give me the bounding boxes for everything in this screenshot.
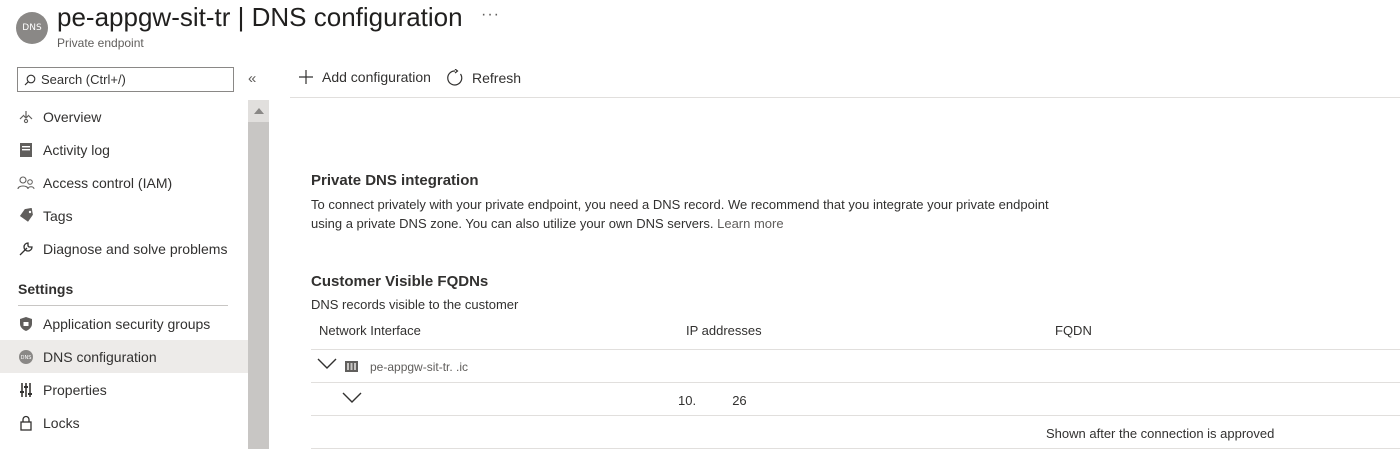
page-title: pe-appgw-sit-tr | DNS configuration <box>57 2 463 33</box>
ip-address: 10. 26 <box>678 393 747 408</box>
add-configuration-label: Add configuration <box>322 69 431 85</box>
fqdn-table-header: Network Interface IP addresses FQDN <box>311 318 1400 350</box>
network-interface-icon <box>345 361 358 372</box>
search-placeholder: Search (Ctrl+/) <box>41 72 126 87</box>
sidebar-item-label: Application security groups <box>43 315 211 332</box>
more-options-icon[interactable]: ··· <box>481 6 500 24</box>
sidebar-item-label: Properties <box>43 381 107 398</box>
sidebar-item-access-control[interactable]: Access control (IAM) <box>0 166 248 199</box>
fqdns-description: DNS records visible to the customer <box>311 297 519 312</box>
svg-text:DNS: DNS <box>21 355 32 361</box>
lock-icon <box>17 414 35 432</box>
overview-icon <box>17 108 35 126</box>
page-header: DNS pe-appgw-sit-tr | DNS configuration … <box>0 0 1400 60</box>
search-icon <box>24 74 36 85</box>
expand-chevron-icon[interactable] <box>317 358 337 370</box>
sidebar-item-label: DNS configuration <box>43 348 157 365</box>
private-dns-integration-description: To connect privately with your private e… <box>311 195 1051 233</box>
sidebar-item-diagnose[interactable]: Diagnose and solve problems <box>0 232 248 265</box>
sidebar-item-properties[interactable]: Properties <box>0 373 248 406</box>
properties-icon <box>17 381 35 399</box>
settings-section-header: Settings <box>18 281 74 297</box>
sidebar-scrollbar[interactable] <box>248 100 269 449</box>
private-dns-integration-heading: Private DNS integration <box>311 172 479 189</box>
column-fqdn: FQDN <box>1055 323 1092 338</box>
sidebar: Search (Ctrl+/) « Overview Activity log … <box>0 60 270 449</box>
table-row: Shown after the connection is approved <box>311 416 1400 449</box>
sidebar-item-tags[interactable]: Tags <box>0 199 248 232</box>
resource-icon-text: DNS <box>22 23 42 33</box>
sidebar-item-label: Locks <box>43 414 80 431</box>
refresh-label: Refresh <box>472 70 522 86</box>
sidebar-item-app-security-groups[interactable]: Application security groups <box>0 307 248 340</box>
sidebar-item-dns-configuration[interactable]: DNS DNS configuration <box>0 340 248 373</box>
expand-chevron-icon[interactable] <box>342 392 362 404</box>
refresh-button[interactable]: Refresh <box>446 69 521 87</box>
customer-visible-fqdns-heading: Customer Visible FQDNs <box>311 273 489 290</box>
learn-more-link[interactable]: Learn more <box>717 216 783 231</box>
title-separator: | <box>230 2 252 32</box>
sidebar-item-label: Tags <box>43 207 73 224</box>
sidebar-item-label: Access control (IAM) <box>43 174 173 191</box>
main-content: Private DNS integration To connect priva… <box>311 98 1400 449</box>
search-input[interactable]: Search (Ctrl+/) <box>17 67 234 92</box>
wrench-icon <box>17 240 35 258</box>
tag-icon <box>17 207 35 225</box>
fqdn-pending-note: Shown after the connection is approved <box>1046 426 1275 441</box>
resource-name: pe-appgw-sit-tr <box>57 2 231 32</box>
add-configuration-button[interactable]: Add configuration <box>298 69 431 85</box>
column-network-interface: Network Interface <box>319 323 421 338</box>
resource-type: Private endpoint <box>57 36 144 50</box>
table-row: 10. 26 <box>311 383 1400 416</box>
sidebar-item-overview[interactable]: Overview <box>0 100 248 133</box>
activity-log-icon <box>17 141 35 159</box>
table-row: pe-appgw-sit-tr. .ic <box>311 350 1400 383</box>
access-control-icon <box>17 174 35 192</box>
sidebar-item-label: Activity log <box>43 141 110 158</box>
integration-text: To connect privately with your private e… <box>311 197 1049 231</box>
command-bar: Add configuration Refresh <box>290 60 1400 98</box>
settings-divider <box>18 305 228 306</box>
refresh-icon <box>446 69 464 87</box>
dns-resource-icon: DNS <box>16 12 48 44</box>
page-name: DNS configuration <box>251 2 463 32</box>
sidebar-item-locks[interactable]: Locks <box>0 406 248 439</box>
network-interface-name[interactable]: pe-appgw-sit-tr. .ic <box>370 360 468 374</box>
sidebar-item-label: Overview <box>43 108 102 125</box>
sidebar-item-activity-log[interactable]: Activity log <box>0 133 248 166</box>
scroll-up-arrow-icon[interactable] <box>248 100 269 122</box>
shield-icon <box>17 315 35 333</box>
dns-icon: DNS <box>17 348 35 366</box>
plus-icon <box>298 69 314 85</box>
collapse-sidebar-icon[interactable]: « <box>248 70 256 87</box>
sidebar-item-label: Diagnose and solve problems <box>43 240 228 257</box>
column-ip-addresses: IP addresses <box>686 323 762 338</box>
